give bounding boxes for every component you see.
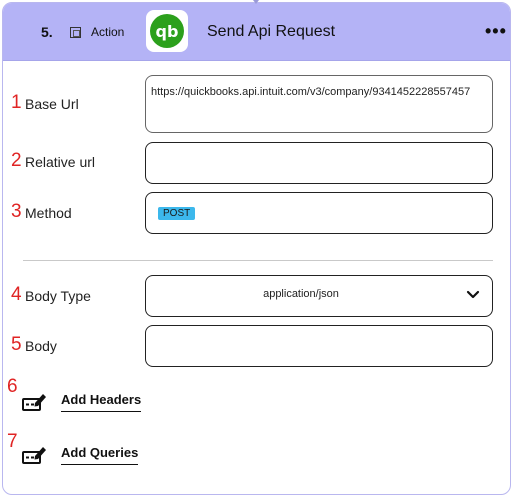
flow-connector [253,0,259,4]
edit-list-icon [22,447,46,464]
quickbooks-logo-icon: qb [146,10,188,52]
body-type-select[interactable]: application/json [145,275,493,317]
annotation-number-4: 4 [11,284,22,305]
step-header: 5. Action qb Send Api Request ••• [3,3,510,61]
base-url-label: Base Url [25,96,79,112]
relative-url-label: Relative url [25,154,96,170]
body-input[interactable] [145,325,493,367]
add-headers-link[interactable]: Add Headers [61,392,142,412]
more-options-icon[interactable]: ••• [485,21,507,42]
method-tag[interactable]: POST [158,207,196,220]
method-label: Method [25,205,72,221]
annotation-number-2: 2 [11,150,22,171]
add-queries-link[interactable]: Add Queries [61,445,139,465]
relative-url-input[interactable] [145,142,493,184]
method-field[interactable]: POST [145,192,493,234]
step-number: 5. [41,24,53,40]
send-api-request-card: 5. Action qb Send Api Request ••• 1 Base… [2,2,511,495]
annotation-number-6: 6 [7,376,18,397]
body-label: Body [25,338,57,354]
annotation-number-1: 1 [11,92,22,113]
step-title: Send Api Request [207,23,336,40]
body-type-label: Body Type [25,288,91,304]
section-divider [23,260,493,261]
edit-list-icon [22,394,46,411]
annotation-number-7: 7 [7,431,18,452]
action-label: Action [91,25,125,39]
chevron-down-icon [466,290,480,299]
quickbooks-logo-text: qb [156,22,179,41]
action-checkbox[interactable] [70,27,81,38]
annotation-number-3: 3 [11,201,22,222]
base-url-field[interactable]: https://quickbooks.api.intuit.com/v3/com… [145,75,493,133]
base-url-value: https://quickbooks.api.intuit.com/v3/com… [151,86,471,98]
annotation-number-5: 5 [11,334,22,355]
body-type-value: application/json [263,288,339,300]
